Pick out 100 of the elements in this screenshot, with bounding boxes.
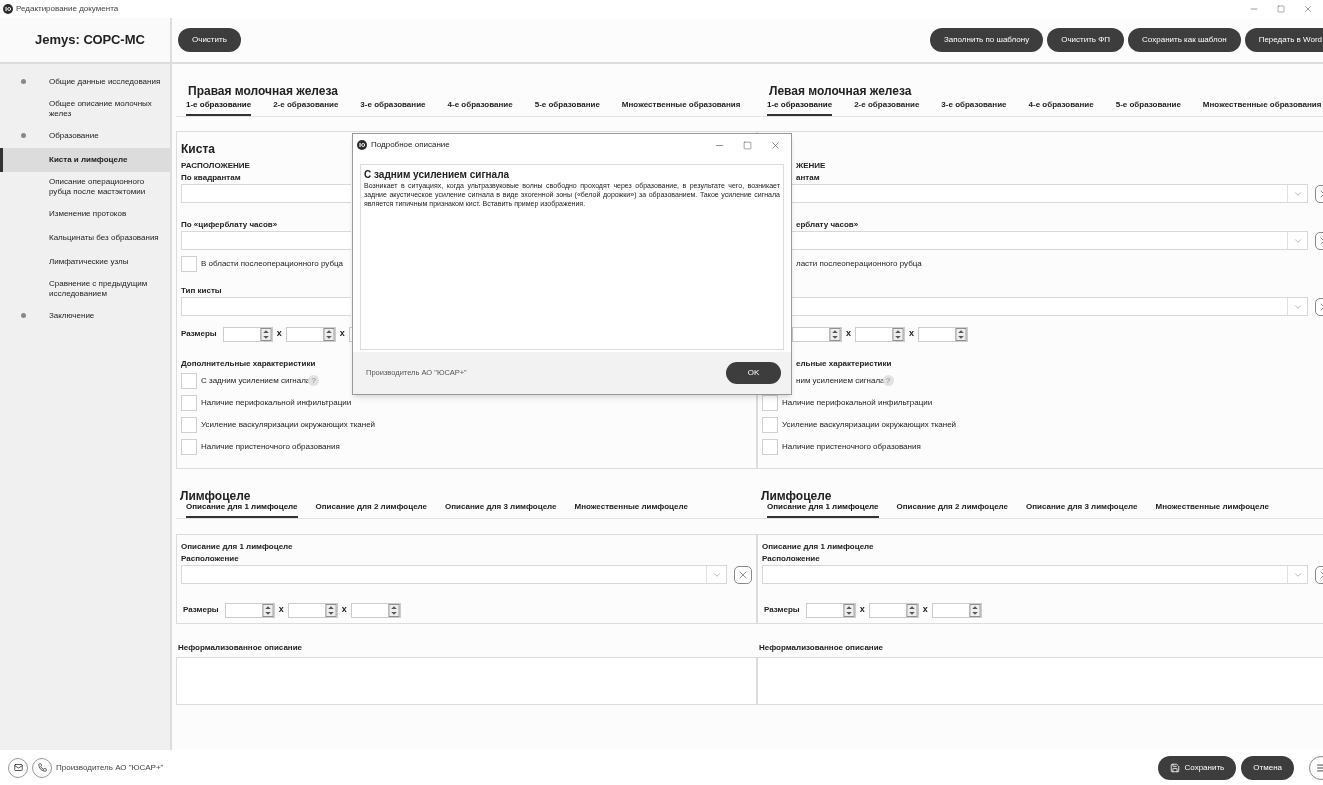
field-label: Описание для 1 лимфоцеле (181, 542, 293, 551)
number-field[interactable] (855, 326, 905, 342)
sidebar-item[interactable]: Описание операционного рубца после мастэктомии (0, 172, 170, 202)
checkbox[interactable] (762, 438, 778, 455)
clear-button[interactable] (734, 565, 752, 584)
app-title: Jemys: СОРС-МС (35, 31, 145, 50)
sidebar-item[interactable]: Лимфатические узлы (0, 250, 170, 274)
sidebar-item[interactable]: Киста и лимфоцеле (0, 148, 170, 172)
tab[interactable]: 4-е образование (447, 99, 513, 116)
number-field[interactable] (868, 602, 919, 618)
dropdown-field[interactable] (181, 297, 351, 316)
checkbox-label: Усиление васкуляризации окружающих тканей (201, 418, 376, 431)
tab[interactable]: Описание для 3 лимфоцеле (1026, 501, 1138, 518)
number-field[interactable] (805, 602, 856, 618)
dropdown-field[interactable] (762, 565, 1308, 584)
notes-field[interactable] (176, 657, 757, 705)
section-title: Лимфоцеле (761, 489, 832, 503)
mail-icon (13, 763, 23, 772)
checkbox[interactable] (181, 372, 197, 389)
field-label: Расположение (181, 554, 239, 563)
toolbar-button[interactable]: Заполнить по шаблону (930, 28, 1044, 52)
field-label: Неформализованное описание (178, 643, 303, 652)
field-label: Размеры (181, 328, 217, 340)
sidebar-item[interactable]: Общие данные исследования (0, 70, 170, 94)
producer-text: Производитель АО "ЮСАР+" (56, 761, 164, 774)
tab[interactable]: 1-е образование (186, 99, 252, 116)
tab[interactable]: Множественные образования (621, 99, 741, 116)
spin-arrows-icon (955, 327, 968, 341)
tab[interactable]: Описание для 3 лимфоцеле (445, 501, 557, 518)
ok-button[interactable]: OK (726, 362, 781, 384)
toolbar-button[interactable]: Очистить (178, 28, 241, 52)
save-icon (1169, 762, 1180, 773)
checkbox[interactable] (181, 256, 197, 272)
field-label: Расположение (762, 554, 820, 563)
checkbox[interactable] (762, 416, 778, 433)
field-label: Размеры (183, 604, 219, 616)
tab[interactable]: 1-е образование (767, 99, 833, 116)
tab[interactable]: Множественные лимфоцеле (574, 501, 688, 518)
dropdown-field[interactable] (181, 184, 351, 203)
checkbox[interactable] (181, 394, 197, 411)
checkbox[interactable] (181, 438, 197, 455)
toolbar-button[interactable]: Очистить ФП (1047, 28, 1125, 52)
checkbox[interactable] (181, 416, 197, 433)
number-field[interactable] (285, 326, 336, 342)
times-sign: x (341, 603, 347, 617)
times-sign: x (276, 327, 282, 341)
number-field[interactable] (287, 602, 338, 618)
tab[interactable]: Описание для 2 лимфоцеле (315, 501, 427, 518)
checkbox-label: Наличие перифокальной инфильтрации (201, 396, 352, 409)
tab[interactable]: 5-е образование (1115, 99, 1181, 116)
dropdown-field[interactable] (181, 231, 351, 250)
tab[interactable]: 2-е образование (273, 99, 339, 116)
times-sign: x (909, 327, 915, 341)
cancel-button[interactable]: Отмена (1241, 755, 1294, 780)
phone-icon (37, 763, 47, 772)
checkbox-label: ним усилением сигнала (795, 374, 885, 387)
spin-arrows-icon (892, 327, 904, 341)
save-button[interactable]: Сохранить (1157, 755, 1237, 780)
toolbar-button[interactable]: Сохранить как шаблон (1128, 28, 1241, 52)
tab[interactable]: 2-е образование (854, 99, 920, 116)
number-field[interactable] (350, 602, 401, 618)
tab[interactable]: 3-е образование (941, 99, 1007, 116)
times-sign: x (859, 603, 865, 617)
tab[interactable]: Описание для 2 лимфоцеле (896, 501, 1008, 518)
panel-title: Правая молочная железа (188, 84, 338, 98)
maximize-icon[interactable] (743, 140, 752, 150)
tab[interactable]: 5-е образование (534, 99, 600, 116)
close-icon[interactable] (1303, 4, 1313, 14)
panel-title: Левая молочная железа (769, 84, 912, 98)
maximize-icon[interactable] (1277, 5, 1285, 13)
sidebar-item[interactable]: Сравнение с предыдущим исследованием (0, 274, 170, 304)
sidebar-item[interactable]: Изменение протоков (0, 202, 170, 226)
bullet-icon (21, 79, 26, 84)
field-label: По квадрантам (181, 173, 241, 182)
close-icon[interactable] (770, 139, 781, 151)
tab[interactable]: 4-е образование (1028, 99, 1094, 116)
checkbox-label: Наличие пристеночного образования (201, 440, 340, 453)
number-field[interactable] (792, 326, 842, 342)
notes-field[interactable] (757, 657, 1323, 705)
sidebar-item[interactable]: Заключение (0, 304, 170, 328)
spin-arrows-icon (324, 603, 337, 617)
field-label: Дополнительные характеристики (181, 359, 316, 368)
number-field[interactable] (918, 326, 969, 342)
sidebar-item[interactable]: Кальцинаты без образования (0, 226, 170, 250)
description-heading: С задним усилением сигнала (364, 169, 511, 181)
number-field[interactable] (931, 602, 982, 618)
dropdown-field[interactable] (181, 565, 727, 584)
checkbox-label: ласти послеоперационного рубца (795, 258, 922, 270)
tab[interactable]: Множественные образования (1202, 99, 1322, 116)
logo-icon (357, 140, 367, 150)
field-label: Размеры (764, 604, 800, 616)
number-field[interactable] (224, 602, 275, 618)
toolbar-button[interactable]: Передать в Word (1244, 28, 1323, 52)
field-label: Неформализованное описание (759, 643, 884, 652)
sidebar-item[interactable]: Образование (0, 124, 170, 148)
tab[interactable]: Множественные лимфоцеле (1155, 501, 1269, 518)
tab[interactable]: 3-е образование (360, 99, 426, 116)
spin-arrows-icon (322, 327, 335, 341)
sidebar-item[interactable]: Общее описание молочных желез (0, 94, 170, 124)
number-field[interactable] (222, 326, 273, 342)
